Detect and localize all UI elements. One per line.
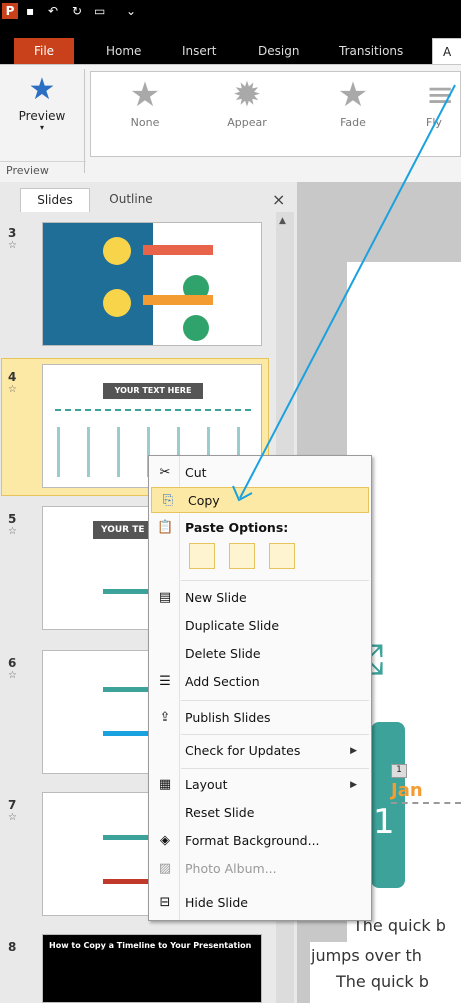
- arrow-line: [239, 84, 456, 499]
- annotation-arrow: [232, 84, 456, 502]
